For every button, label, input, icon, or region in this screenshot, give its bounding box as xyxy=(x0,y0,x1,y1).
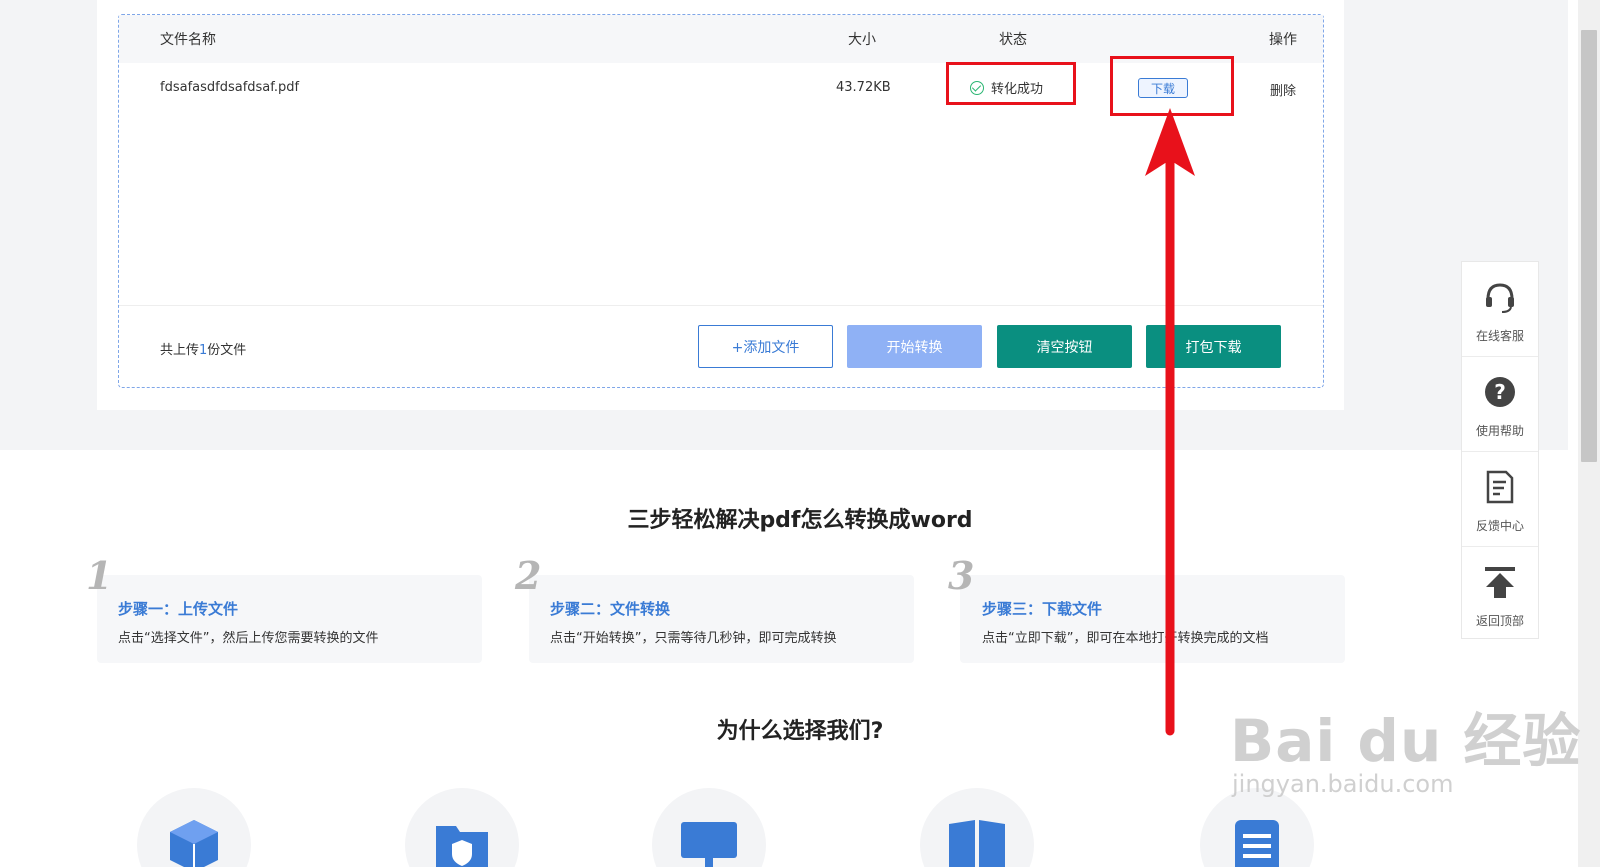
watermark-main: Bai du 经验 xyxy=(1230,707,1582,775)
baidu-jingyan-watermark: Bai du 经验 jingyan.baidu.com xyxy=(1230,694,1581,798)
